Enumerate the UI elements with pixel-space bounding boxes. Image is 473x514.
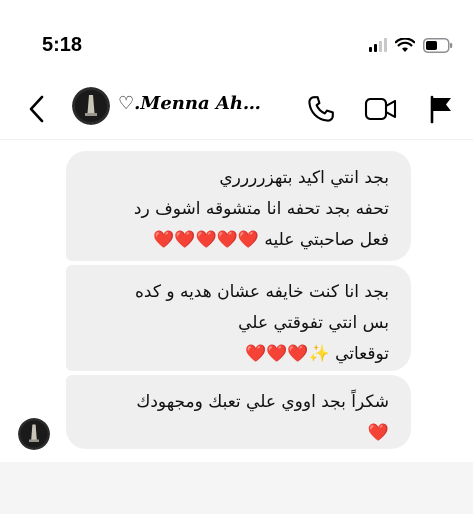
message-line: بجد انتي اكيد بتهزرررري (219, 168, 389, 188)
phone-icon[interactable] (306, 94, 336, 128)
contact-avatar[interactable] (72, 87, 110, 125)
message-line: تحفه بجد تحفه انا متشوقه اشوف رد (133, 199, 389, 219)
chat-header: ♡.Menna Ah… (0, 78, 473, 140)
status-bar: 5:18 (0, 0, 473, 78)
flag-icon[interactable] (428, 94, 454, 128)
dm-conversation-screen: 5:18 ♡.Menna Ah… بجد انتي اكيد بتهزرررري… (0, 0, 473, 514)
message-bubble[interactable]: بجد انا كنت خايفه عشان هديه و كده بس انت… (66, 265, 411, 371)
status-icons (369, 36, 453, 54)
cellular-signal-icon (369, 38, 387, 52)
message-line: توقعاتي ✨❤️❤️❤️ (245, 344, 389, 364)
battery-icon (423, 37, 453, 53)
message-line: ❤️ (367, 423, 389, 443)
status-time: 5:18 (42, 34, 83, 56)
sender-avatar[interactable] (18, 418, 50, 450)
chevron-left-icon[interactable] (24, 91, 50, 127)
message-bubble[interactable]: شكراً بجد اووي علي تعبك ومجهودك ❤️ (66, 375, 411, 449)
contact-name[interactable]: ♡.Menna Ah… (118, 93, 290, 114)
message-bubble[interactable]: بجد انتي اكيد بتهزرررري تحفه بجد تحفه ان… (66, 151, 411, 261)
video-camera-icon[interactable] (364, 95, 398, 127)
composer-area (0, 462, 473, 514)
message-line: شكراً بجد اووي علي تعبك ومجهودك (136, 392, 389, 412)
message-line: فعل صاحبتي عليه ❤️❤️❤️❤️❤️ (153, 230, 389, 250)
message-line: بجد انا كنت خايفه عشان هديه و كده (135, 282, 389, 302)
message-line: بس انتي تفوقتي علي (238, 313, 389, 333)
message-thread: بجد انتي اكيد بتهزرررري تحفه بجد تحفه ان… (0, 140, 473, 462)
wifi-icon (395, 37, 415, 53)
